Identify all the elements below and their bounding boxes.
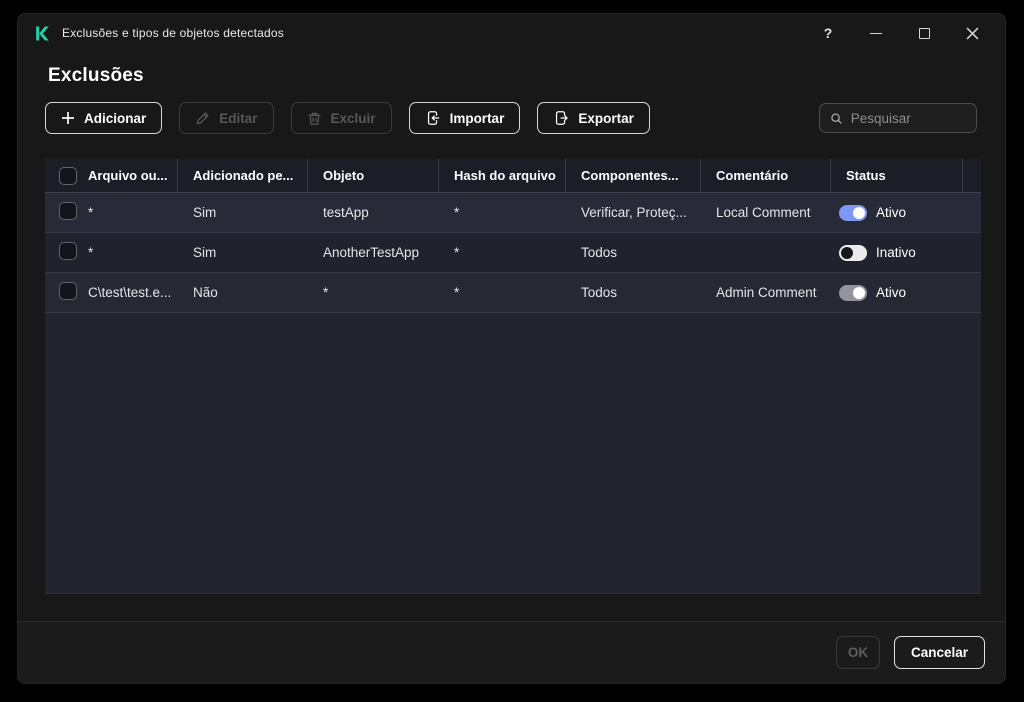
export-icon <box>556 111 569 125</box>
cell-hash: * <box>454 205 460 220</box>
cell-hash: * <box>454 245 460 260</box>
import-icon <box>427 111 439 125</box>
kaspersky-logo-icon <box>34 25 51 42</box>
row-checkbox[interactable] <box>59 242 77 260</box>
row-checkbox[interactable] <box>59 282 77 300</box>
cell-arquivo: C\test\test.e... <box>88 285 172 300</box>
table-row[interactable]: * Sim testApp * Verificar, Proteç... Loc… <box>45 193 981 233</box>
close-button[interactable] <box>955 20 989 46</box>
cell-hash: * <box>454 285 460 300</box>
cell-arquivo: * <box>88 245 94 260</box>
edit-button[interactable]: Editar <box>179 102 274 134</box>
column-header-componentes[interactable]: Componentes... <box>566 159 701 192</box>
help-icon: ? <box>823 25 833 41</box>
cell-componentes: Todos <box>581 285 618 300</box>
app-window: Exclusões e tipos de objetos detectados … <box>17 13 1006 684</box>
table-empty-area <box>45 313 981 594</box>
cell-objeto: AnotherTestApp <box>323 245 420 260</box>
column-header-comentario[interactable]: Comentário <box>701 159 831 192</box>
toggle-knob <box>853 286 865 299</box>
help-button[interactable]: ? <box>811 20 845 46</box>
cell-arquivo: * <box>88 205 94 220</box>
search-icon <box>831 112 842 124</box>
delete-button[interactable]: Excluir <box>290 102 392 134</box>
window-title: Exclusões e tipos de objetos detectados <box>62 26 284 40</box>
search-input[interactable] <box>850 110 966 126</box>
toggle-knob <box>841 246 853 259</box>
minimize-button[interactable] <box>859 20 893 46</box>
import-button[interactable]: Importar <box>408 102 521 134</box>
table-row[interactable]: C\test\test.e... Não * * Todos Admin Com… <box>45 273 981 313</box>
status-toggle[interactable] <box>839 284 867 301</box>
cell-objeto: testApp <box>323 205 369 220</box>
status-label: Inativo <box>876 245 916 260</box>
cell-componentes: Todos <box>581 245 618 260</box>
select-all-checkbox[interactable] <box>59 166 77 185</box>
cell-status: Ativo <box>831 204 963 221</box>
dialog-footer: OK Cancelar <box>18 621 1005 683</box>
cell-objeto: * <box>323 285 329 300</box>
plus-icon <box>62 112 74 124</box>
exclusions-table: Arquivo ou... Adicionado pe... Objeto Ha… <box>45 159 981 594</box>
delete-button-label: Excluir <box>330 110 376 126</box>
trash-icon <box>308 112 320 125</box>
add-button[interactable]: Adicionar <box>45 102 163 134</box>
export-button-label: Exportar <box>578 110 634 126</box>
cell-comentario: Local Comment <box>716 205 811 220</box>
edit-button-label: Editar <box>219 110 258 126</box>
window-controls: ? <box>811 20 989 46</box>
desktop-background: Exclusões e tipos de objetos detectados … <box>0 0 1024 702</box>
table-header: Arquivo ou... Adicionado pe... Objeto Ha… <box>45 159 981 193</box>
maximize-button[interactable] <box>907 20 941 46</box>
export-button[interactable]: Exportar <box>537 102 650 134</box>
cell-comentario: Admin Comment <box>716 285 817 300</box>
cancel-button[interactable]: Cancelar <box>893 636 985 669</box>
status-toggle[interactable] <box>839 244 867 261</box>
close-icon <box>966 27 978 39</box>
cell-adicionado: Não <box>193 285 218 300</box>
pencil-icon <box>196 111 210 125</box>
page-title: Exclusões <box>48 65 144 86</box>
status-toggle[interactable] <box>839 204 867 221</box>
minimize-icon <box>870 32 882 34</box>
cell-status: Ativo <box>831 284 963 301</box>
ok-button[interactable]: OK <box>835 636 880 669</box>
cell-status: Inativo <box>831 244 963 261</box>
column-header-objeto[interactable]: Objeto <box>308 159 439 192</box>
column-header-status[interactable]: Status <box>831 159 963 192</box>
window-titlebar: Exclusões e tipos de objetos detectados … <box>18 14 1005 52</box>
search-box <box>819 103 977 133</box>
import-button-label: Importar <box>449 110 505 126</box>
toolbar: Adicionar Editar Excluir Importar Export… <box>45 102 977 134</box>
column-header-hash[interactable]: Hash do arquivo <box>439 159 566 192</box>
status-label: Ativo <box>876 205 907 220</box>
maximize-icon <box>918 27 930 39</box>
add-button-label: Adicionar <box>84 110 147 126</box>
row-checkbox[interactable] <box>59 202 77 220</box>
cell-adicionado: Sim <box>193 205 217 220</box>
toggle-knob <box>853 206 865 219</box>
status-label: Ativo <box>876 285 907 300</box>
cell-componentes: Verificar, Proteç... <box>581 205 687 220</box>
column-header-adicionado[interactable]: Adicionado pe... <box>178 159 308 192</box>
column-header-arquivo[interactable]: Arquivo ou... <box>88 159 178 192</box>
cell-adicionado: Sim <box>193 245 217 260</box>
table-row[interactable]: * Sim AnotherTestApp * Todos Inativo <box>45 233 981 273</box>
